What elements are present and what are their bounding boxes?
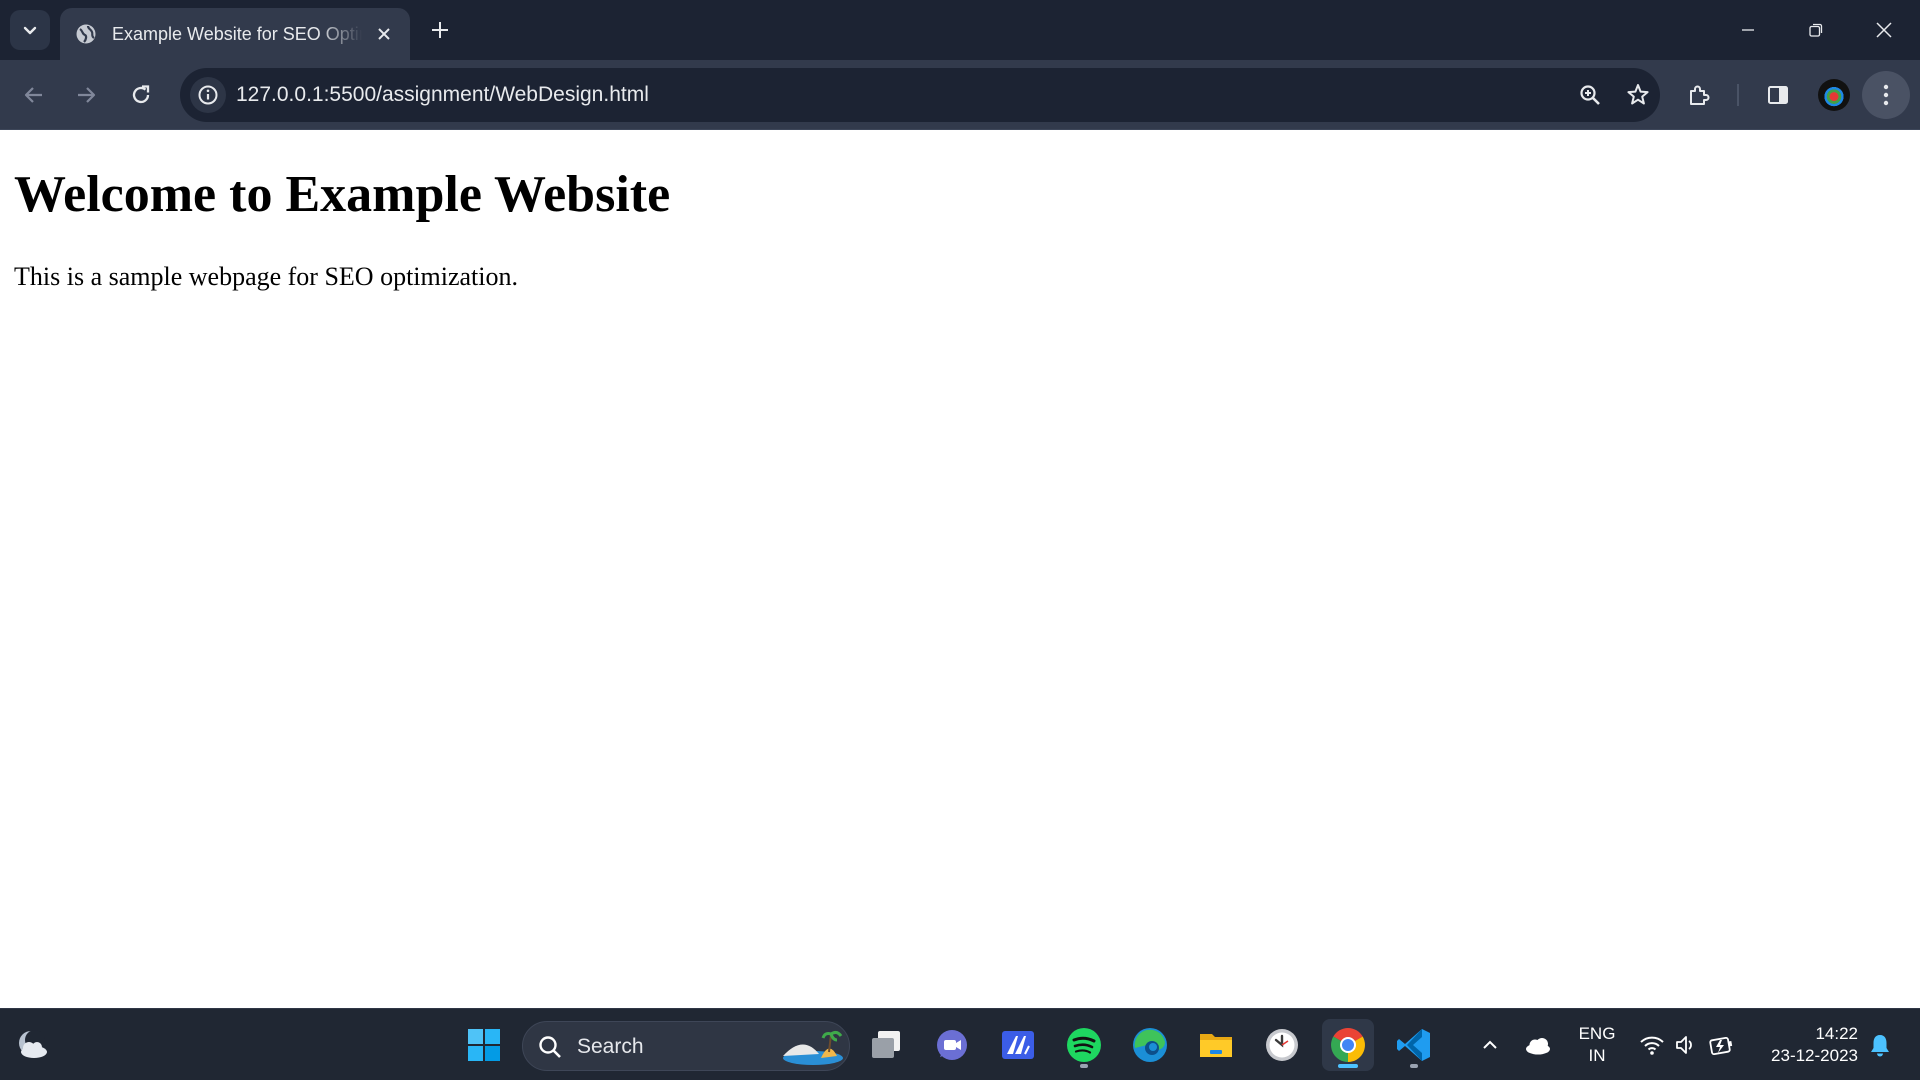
- search-icon: [539, 1036, 561, 1058]
- clock-time: 14:22: [1815, 1024, 1858, 1043]
- search-highlight-illustration: [783, 1030, 843, 1065]
- bookmark-button[interactable]: [1622, 79, 1654, 111]
- weather-widget[interactable]: [14, 1027, 50, 1063]
- toolbar-separator: [1737, 84, 1739, 106]
- page-viewport: Welcome to Example Website This is a sam…: [0, 131, 1920, 1008]
- taskbar-clock[interactable]: 14:22 23-12-2023: [1752, 1023, 1858, 1067]
- network-tray-icon[interactable]: [1638, 1031, 1666, 1059]
- active-indicator: [1338, 1064, 1358, 1068]
- alarm-clock-icon: [1266, 1029, 1298, 1061]
- browser-tab-strip: Example Website for SEO Optimization: [0, 0, 1920, 60]
- onedrive-tray-icon[interactable]: [1524, 1031, 1552, 1059]
- clock-app[interactable]: [1256, 1019, 1308, 1071]
- input-language-indicator[interactable]: ENG IN: [1572, 1023, 1622, 1067]
- window-close-button[interactable]: [1864, 10, 1904, 50]
- minimize-button[interactable]: [1728, 10, 1768, 50]
- teams-chat-icon: [937, 1030, 967, 1060]
- chrome-icon: [1331, 1028, 1365, 1062]
- vscode-app[interactable]: [1388, 1019, 1440, 1071]
- clock-date: 23-12-2023: [1771, 1046, 1858, 1065]
- site-info-button[interactable]: [190, 77, 226, 113]
- file-explorer-app[interactable]: [1190, 1019, 1242, 1071]
- weather-cloud-moon-icon: [19, 1030, 47, 1058]
- browser-menu-button[interactable]: [1862, 71, 1910, 119]
- plus-icon: [432, 22, 448, 38]
- tab-close-button[interactable]: [372, 22, 396, 46]
- extensions-icon: [1690, 85, 1710, 105]
- battery-tray-icon[interactable]: [1708, 1031, 1736, 1059]
- show-hidden-icons-button[interactable]: [1476, 1031, 1504, 1059]
- reload-icon: [132, 85, 150, 104]
- address-bar[interactable]: 127.0.0.1:5500/assignment/WebDesign.html: [180, 68, 1660, 122]
- url-text[interactable]: 127.0.0.1:5500/assignment/WebDesign.html: [236, 83, 649, 107]
- task-view-button[interactable]: [860, 1019, 912, 1071]
- forward-icon: [78, 87, 96, 103]
- region-code: IN: [1588, 1046, 1606, 1065]
- back-icon: [24, 87, 42, 103]
- back-button[interactable]: [14, 75, 54, 115]
- page-heading: Welcome to Example Website: [14, 166, 671, 223]
- windows-logo-icon: [468, 1029, 500, 1061]
- zoom-button[interactable]: [1574, 79, 1606, 111]
- running-indicator: [1410, 1064, 1418, 1068]
- chrome-app[interactable]: [1322, 1019, 1374, 1071]
- close-icon: [1876, 22, 1892, 38]
- spotify-app[interactable]: [1058, 1019, 1110, 1071]
- taskbar-search-box[interactable]: Search: [522, 1021, 850, 1071]
- new-tab-button[interactable]: [424, 14, 456, 46]
- bell-icon: [1871, 1035, 1889, 1057]
- browser-tab-active[interactable]: Example Website for SEO Optimization: [60, 8, 410, 60]
- forward-button[interactable]: [66, 75, 106, 115]
- bookmark-star-icon: [1627, 84, 1649, 105]
- vscode-icon: [1397, 1029, 1430, 1061]
- running-indicator: [1080, 1064, 1088, 1068]
- side-panel-button[interactable]: [1758, 75, 1798, 115]
- browser-toolbar: 127.0.0.1:5500/assignment/WebDesign.html: [0, 60, 1920, 130]
- edge-browser-icon: [1133, 1028, 1167, 1062]
- store-app-icon: [1002, 1031, 1034, 1059]
- globe-icon: [74, 22, 98, 46]
- menu-icon: [1883, 84, 1889, 106]
- close-icon: [378, 28, 390, 40]
- start-button[interactable]: [458, 1019, 510, 1071]
- chevron-down-icon: [23, 26, 37, 35]
- info-icon: [198, 85, 218, 105]
- cloud-icon: [1526, 1038, 1550, 1055]
- profile-avatar[interactable]: [1818, 79, 1850, 111]
- tab-search-button[interactable]: [10, 10, 50, 50]
- edge-app[interactable]: [1124, 1019, 1176, 1071]
- restore-button[interactable]: [1796, 10, 1836, 50]
- tab-title: Example Website for SEO Optimization: [112, 23, 362, 44]
- volume-tray-icon[interactable]: [1672, 1031, 1700, 1059]
- spotify-icon: [1067, 1028, 1101, 1062]
- search-label: Search: [577, 1035, 644, 1058]
- notifications-button[interactable]: [1866, 1031, 1894, 1059]
- speaker-icon: [1676, 1036, 1692, 1054]
- chevron-up-icon: [1483, 1040, 1497, 1049]
- reload-button[interactable]: [121, 75, 161, 115]
- extensions-button[interactable]: [1679, 75, 1719, 115]
- language-code: ENG: [1578, 1024, 1616, 1043]
- battery-charging-icon: [1709, 1036, 1733, 1056]
- page-paragraph: This is a sample webpage for SEO optimiz…: [14, 262, 519, 291]
- minimize-icon: [1742, 29, 1754, 31]
- teams-chat-app[interactable]: [926, 1019, 978, 1071]
- wifi-icon: [1640, 1036, 1664, 1055]
- folder-icon: [1200, 1034, 1232, 1057]
- store-app[interactable]: [992, 1019, 1044, 1071]
- side-panel-icon: [1768, 86, 1788, 104]
- taskbar: Search ENG IN 14:22 23-12-2023: [0, 1008, 1920, 1080]
- zoom-icon: [1580, 85, 1600, 105]
- task-view-icon: [872, 1031, 900, 1058]
- restore-icon: [1809, 23, 1823, 37]
